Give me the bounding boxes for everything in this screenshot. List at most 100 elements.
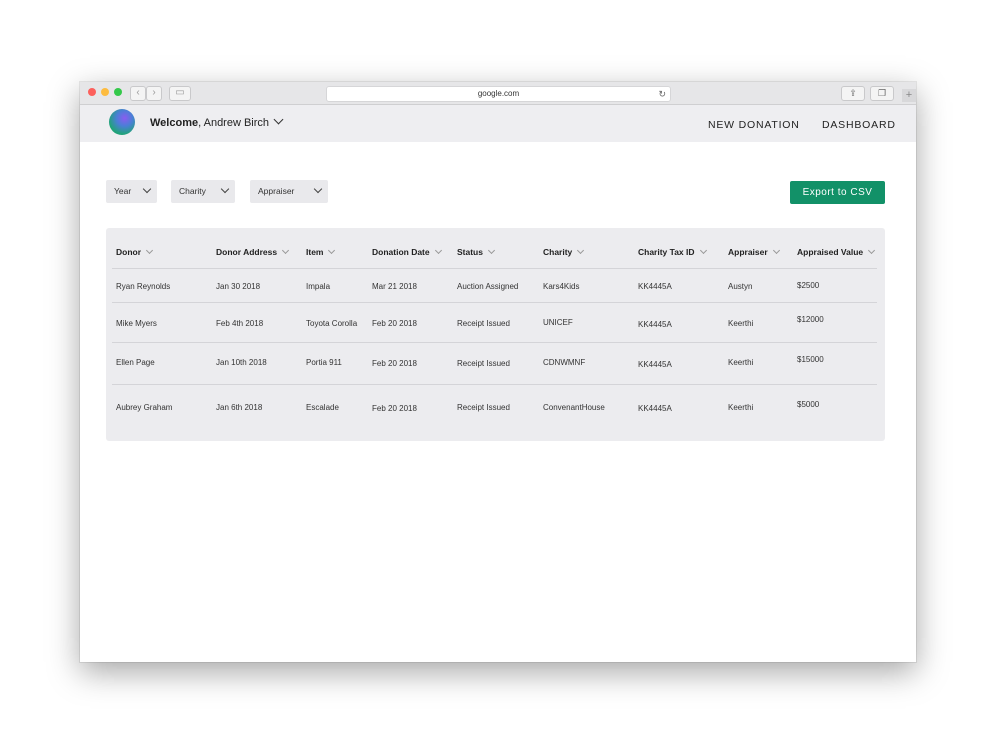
column-header-label: Appraised Value: [797, 247, 864, 257]
column-header-label: Appraiser: [728, 247, 768, 257]
column-header-appraiser[interactable]: Appraiser: [728, 246, 780, 257]
charity-cell: Kars4Kids: [543, 282, 580, 291]
appraised-value-cell: $5000: [797, 400, 820, 409]
donor-cell: Ellen Page: [116, 358, 155, 367]
forward-arrow-icon[interactable]: ›: [146, 86, 162, 101]
column-header-label: Status: [457, 247, 483, 257]
user-menu[interactable]: Welcome, Andrew Birch: [150, 114, 284, 129]
sort-chevron-icon: [434, 246, 442, 255]
status-cell: Receipt Issued: [457, 403, 510, 412]
donations-table: Donor Donor Address Item Donation Date S…: [106, 228, 885, 441]
column-header-item[interactable]: Item: [306, 246, 336, 257]
appraiser-filter-label: Appraiser: [258, 186, 295, 196]
chevron-down-icon: [142, 184, 152, 194]
column-header-appraised-value[interactable]: Appraised Value: [797, 246, 876, 257]
column-header-donor[interactable]: Donor: [116, 246, 154, 257]
charity-tax-id-cell: KK4445A: [638, 360, 672, 369]
donor-cell: Aubrey Graham: [116, 403, 173, 412]
year-filter-dropdown[interactable]: Year: [106, 180, 157, 203]
column-header-label: Donor Address: [216, 247, 278, 257]
column-header-status[interactable]: Status: [457, 246, 496, 257]
donation-date-cell: Feb 20 2018: [372, 404, 417, 413]
item-cell: Escalade: [306, 403, 339, 412]
donation-date-cell: Feb 20 2018: [372, 319, 417, 328]
sidebar-toggle-icon[interactable]: ▭: [169, 86, 191, 101]
column-header-label: Donation Date: [372, 247, 430, 257]
item-cell: Impala: [306, 282, 331, 291]
donation-date-cell: Mar 21 2018: [372, 282, 417, 291]
maximize-window-icon[interactable]: [114, 88, 122, 96]
charity-tax-id-cell: KK4445A: [638, 404, 672, 413]
url-text: google.com: [477, 89, 520, 98]
appraised-value-cell: $12000: [797, 315, 824, 324]
tabs-overview-icon[interactable]: ❐: [870, 86, 894, 101]
minimize-window-icon[interactable]: [101, 88, 109, 96]
column-header-charity[interactable]: Charity: [543, 246, 585, 257]
table-row[interactable]: Ellen Page Jan 10th 2018 Portia 911 Feb …: [106, 343, 885, 384]
sort-chevron-icon: [577, 246, 585, 255]
sort-chevron-icon: [868, 246, 876, 255]
donor-address-cell: Jan 10th 2018: [216, 358, 267, 367]
table-row[interactable]: Aubrey Graham Jan 6th 2018 Escalade Feb …: [106, 385, 885, 435]
sort-chevron-icon: [772, 246, 780, 255]
back-arrow-icon[interactable]: ‹: [130, 86, 146, 101]
charity-tax-id-cell: KK4445A: [638, 282, 672, 291]
charity-cell: UNICEF: [543, 318, 573, 327]
new-tab-icon[interactable]: +: [902, 89, 916, 102]
app-header: Welcome, Andrew Birch NEW DONATION DASHB…: [80, 105, 916, 142]
sort-chevron-icon: [328, 246, 336, 255]
charity-filter-label: Charity: [179, 186, 206, 196]
browser-window: ‹ › ▭ google.com ↻ ⇪ ❐ Welcome, Andrew B…: [80, 82, 916, 662]
reload-icon[interactable]: ↻: [658, 87, 666, 101]
appraiser-filter-dropdown[interactable]: Appraiser: [250, 180, 328, 203]
year-filter-label: Year: [114, 186, 132, 196]
export-csv-button[interactable]: Export to CSV: [790, 181, 885, 204]
brand-logo: [109, 109, 135, 135]
nav-new-donation[interactable]: NEW DONATION: [708, 119, 800, 131]
appraiser-cell: Keerthi: [728, 358, 754, 367]
sort-chevron-icon: [699, 246, 707, 255]
sort-chevron-icon: [282, 246, 290, 255]
user-name: Andrew Birch: [203, 117, 270, 129]
address-bar[interactable]: google.com ↻: [326, 86, 671, 102]
charity-tax-id-cell: KK4445A: [638, 320, 672, 329]
donor-address-cell: Jan 30 2018: [216, 282, 261, 291]
sort-chevron-icon: [487, 246, 496, 255]
sort-chevron-icon: [145, 246, 154, 255]
column-header-charity-tax-id[interactable]: Charity Tax ID: [638, 246, 707, 257]
appraised-value-cell: $2500: [797, 281, 820, 290]
chevron-down-icon: [273, 114, 284, 125]
table-row[interactable]: Ryan Reynolds Jan 30 2018 Impala Mar 21 …: [106, 269, 885, 302]
column-header-donor-address[interactable]: Donor Address: [216, 246, 290, 257]
donor-cell: Mike Myers: [116, 319, 157, 328]
column-header-label: Charity Tax ID: [638, 247, 695, 257]
column-header-donation-date[interactable]: Donation Date: [372, 246, 442, 257]
nav-dashboard[interactable]: DASHBOARD: [822, 119, 896, 131]
share-icon[interactable]: ⇪: [841, 86, 865, 101]
appraiser-cell: Keerthi: [728, 319, 754, 328]
charity-filter-dropdown[interactable]: Charity: [171, 180, 235, 203]
item-cell: Toyota Corolla: [306, 319, 358, 328]
appraised-value-cell: $15000: [797, 355, 824, 364]
column-header-label: Charity: [543, 247, 573, 257]
donor-address-cell: Feb 4th 2018: [216, 319, 264, 328]
item-cell: Portia 911: [306, 358, 342, 367]
status-cell: Auction Assigned: [457, 282, 519, 291]
appraiser-cell: Keerthi: [728, 403, 754, 412]
donor-cell: Ryan Reynolds: [116, 282, 171, 291]
donor-address-cell: Jan 6th 2018: [216, 403, 263, 412]
appraiser-cell: Austyn: [728, 282, 753, 291]
chevron-down-icon: [220, 184, 230, 194]
donation-date-cell: Feb 20 2018: [372, 359, 417, 368]
status-cell: Receipt Issued: [457, 359, 510, 368]
charity-cell: CDNWMNF: [543, 358, 586, 367]
column-header-label: Item: [306, 247, 324, 257]
chevron-down-icon: [313, 184, 323, 194]
column-header-label: Donor: [116, 247, 142, 257]
welcome-label: Welcome: [150, 117, 199, 129]
close-window-icon[interactable]: [88, 88, 96, 96]
charity-cell: ConvenantHouse: [543, 403, 605, 412]
browser-toolbar: ‹ › ▭ google.com ↻ ⇪ ❐: [80, 82, 916, 105]
table-row[interactable]: Mike Myers Feb 4th 2018 Toyota Corolla F…: [106, 303, 885, 342]
status-cell: Receipt Issued: [457, 319, 510, 328]
